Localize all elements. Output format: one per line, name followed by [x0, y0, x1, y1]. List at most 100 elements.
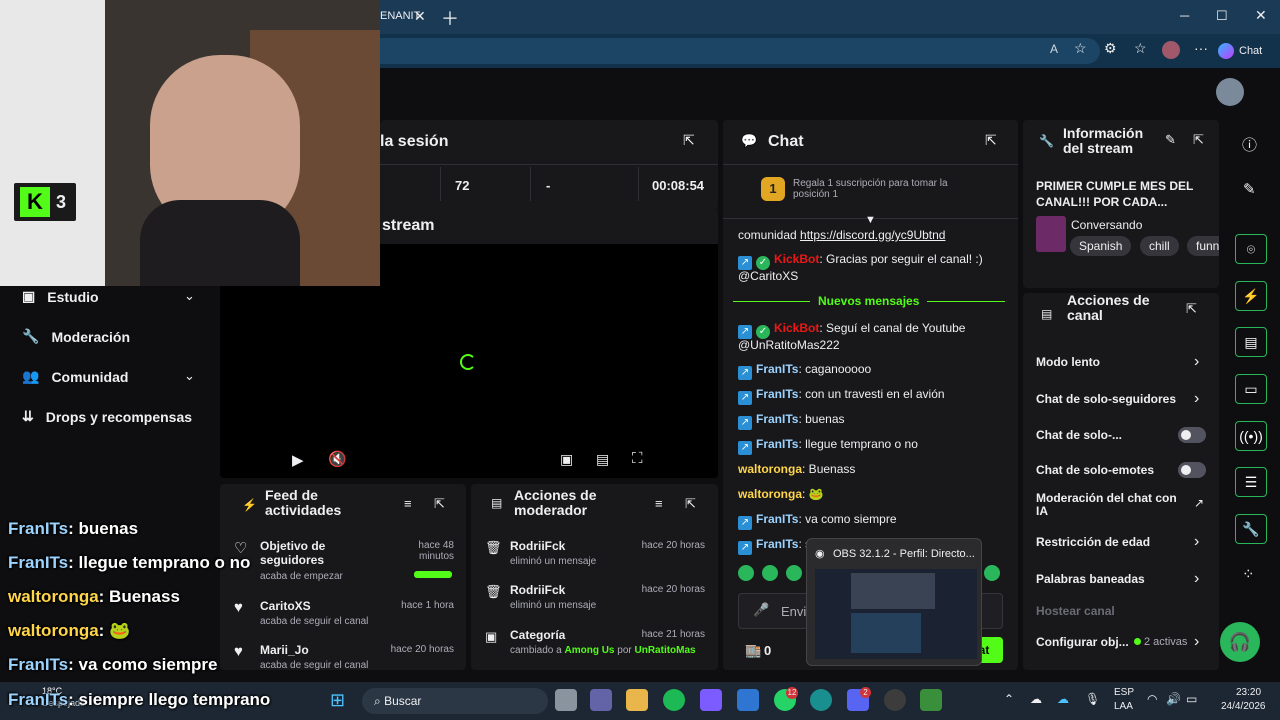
- copilot-button[interactable]: Chat: [1218, 39, 1274, 63]
- chat-username[interactable]: FranITs: [756, 412, 798, 426]
- sidebar-item-moderacion[interactable]: 🔧 Moderación: [22, 328, 130, 345]
- minimize-icon[interactable]: ─: [1180, 8, 1189, 23]
- category-link[interactable]: Among Us: [564, 645, 614, 656]
- category-name[interactable]: Conversando: [1071, 218, 1142, 232]
- popout-icon[interactable]: ⇱: [985, 132, 997, 149]
- extensions-icon[interactable]: ⚙: [1104, 40, 1117, 57]
- read-aloud-icon[interactable]: A: [1050, 42, 1058, 56]
- feed-item-name[interactable]: Marii_Jo: [260, 643, 309, 657]
- chevron-right-icon[interactable]: ›: [1194, 353, 1199, 371]
- mod-item-name[interactable]: RodriiFck: [510, 539, 565, 553]
- play-icon[interactable]: ▶: [292, 451, 304, 469]
- action-followers-only[interactable]: Chat de solo-seguidores: [1036, 392, 1176, 406]
- action-slow-mode[interactable]: Modo lento: [1036, 355, 1100, 369]
- rail-button[interactable]: ▤: [1235, 327, 1267, 357]
- tag-pill[interactable]: Spanish: [1070, 236, 1132, 256]
- chevron-right-icon[interactable]: ›: [1194, 390, 1199, 408]
- clock-time[interactable]: 23:20: [1236, 687, 1261, 698]
- external-link-icon[interactable]: ↗: [1194, 496, 1204, 510]
- minecraft-icon[interactable]: [920, 689, 942, 711]
- chat-username[interactable]: waltoronga: [738, 462, 802, 476]
- action-ai-moderation[interactable]: Moderación del chat con IA: [1036, 492, 1186, 518]
- favorite-icon[interactable]: ☆: [1074, 40, 1087, 57]
- clock-date[interactable]: 24/4/2026: [1221, 701, 1266, 712]
- cloud-icon[interactable]: ☁: [1030, 692, 1042, 706]
- chat-username[interactable]: FranITs: [756, 387, 798, 401]
- chat-username[interactable]: FranITs: [756, 512, 798, 526]
- sidebar-item-comunidad[interactable]: 👥 Comunidad: [22, 368, 128, 385]
- language-code[interactable]: ESP: [1114, 687, 1134, 698]
- sidebar-item-estudio[interactable]: ▣ Estudio: [22, 288, 99, 305]
- theater-icon[interactable]: ▤: [596, 451, 609, 468]
- shop-icon[interactable]: 🏬: [745, 643, 761, 659]
- more-menu-icon[interactable]: ···: [1194, 40, 1208, 56]
- maximize-icon[interactable]: ☐: [1216, 8, 1228, 24]
- pin-icon[interactable]: ▼: [865, 214, 876, 226]
- tag-pill[interactable]: funn: [1187, 236, 1219, 256]
- keyboard-layout[interactable]: LAA: [1114, 701, 1133, 712]
- action-configure-goals[interactable]: Configurar obj...: [1036, 635, 1129, 649]
- microphone-icon[interactable]: 🎤: [753, 602, 769, 618]
- onedrive-icon[interactable]: ☁: [1057, 692, 1069, 706]
- taskview-icon[interactable]: [555, 689, 577, 711]
- chat-username[interactable]: FranITs: [756, 437, 798, 451]
- volume-icon[interactable]: 🔊: [1166, 692, 1181, 706]
- feed-item-name[interactable]: CaritoXS: [260, 599, 311, 613]
- wifi-icon[interactable]: ◠: [1147, 692, 1157, 706]
- chevron-down-icon[interactable]: ⌄: [184, 288, 195, 304]
- chat-username[interactable]: FranITs: [756, 537, 798, 551]
- obs-icon[interactable]: [884, 689, 906, 711]
- battery-icon[interactable]: ▭: [1186, 692, 1197, 706]
- mute-icon[interactable]: 🔇: [328, 450, 347, 468]
- popout-icon[interactable]: ⇱: [434, 496, 445, 512]
- windows-start-icon[interactable]: ⊞: [330, 690, 345, 711]
- popout-icon[interactable]: ⇱: [1193, 132, 1204, 148]
- discord-link[interactable]: https://discord.gg/yc9Ubtnd: [800, 228, 945, 242]
- apps-icon[interactable]: ⁘: [1242, 565, 1255, 583]
- chat-username[interactable]: KickBot: [774, 321, 819, 335]
- filter-icon[interactable]: ≡: [404, 496, 412, 511]
- teams-icon[interactable]: [590, 689, 612, 711]
- profile-avatar[interactable]: [1162, 41, 1180, 59]
- emote-icon[interactable]: [762, 565, 778, 581]
- new-tab-icon[interactable]: ＋: [441, 5, 459, 31]
- user-avatar[interactable]: [1216, 78, 1244, 106]
- chevron-down-icon[interactable]: ⌄: [184, 368, 195, 384]
- edge-icon[interactable]: [810, 689, 832, 711]
- spotify-icon[interactable]: [663, 689, 685, 711]
- mod-item-name[interactable]: RodriiFck: [510, 583, 565, 597]
- obs-taskbar-preview[interactable]: ◉ OBS 32.1.2 - Perfil: Directo...: [806, 538, 982, 666]
- chat-username[interactable]: waltoronga: [738, 487, 802, 501]
- mail-icon[interactable]: [737, 689, 759, 711]
- popout-icon[interactable]: ⇱: [1186, 301, 1197, 317]
- taskbar-search[interactable]: ⌕ Buscar: [362, 688, 548, 714]
- filter-icon[interactable]: ≡: [655, 496, 663, 511]
- edit-icon[interactable]: ✎: [1165, 132, 1176, 148]
- mic-tray-icon[interactable]: 🎙: [1085, 692, 1100, 706]
- gift-sub-prompt[interactable]: Regala 1 suscripción para tomar la posic…: [793, 178, 973, 200]
- chat-username[interactable]: KickBot: [774, 252, 819, 266]
- chat-username[interactable]: FranITs: [756, 362, 798, 376]
- tag-pill[interactable]: chill: [1140, 236, 1179, 256]
- tab-close-icon[interactable]: ✕: [414, 8, 426, 25]
- action-banned-words[interactable]: Palabras baneadas: [1036, 572, 1145, 586]
- favorites-bar-icon[interactable]: ☆: [1134, 40, 1147, 57]
- tray-chevron-icon[interactable]: ⌃: [1004, 692, 1014, 706]
- rail-button[interactable]: ▭: [1235, 374, 1267, 404]
- close-window-icon[interactable]: ✕: [1255, 7, 1267, 24]
- rail-button[interactable]: ⌾: [1235, 234, 1267, 264]
- emote-icon[interactable]: [786, 565, 802, 581]
- rail-button[interactable]: ((•)): [1235, 421, 1267, 451]
- emote-icon[interactable]: [984, 565, 1000, 581]
- popout-icon[interactable]: ⇱: [685, 496, 696, 512]
- pencil-icon[interactable]: ✎: [1243, 180, 1256, 198]
- fullscreen-icon[interactable]: ⛶: [632, 450, 643, 467]
- file-explorer-icon[interactable]: [626, 689, 648, 711]
- chevron-right-icon[interactable]: ›: [1194, 570, 1199, 588]
- chevron-right-icon[interactable]: ›: [1194, 633, 1199, 651]
- rail-button[interactable]: ☰: [1235, 467, 1267, 497]
- user-link[interactable]: UnRatitoMas: [635, 645, 696, 656]
- pip-icon[interactable]: ▣: [560, 451, 573, 468]
- category-thumbnail[interactable]: [1036, 216, 1066, 252]
- action-age-restriction[interactable]: Restricción de edad: [1036, 535, 1150, 549]
